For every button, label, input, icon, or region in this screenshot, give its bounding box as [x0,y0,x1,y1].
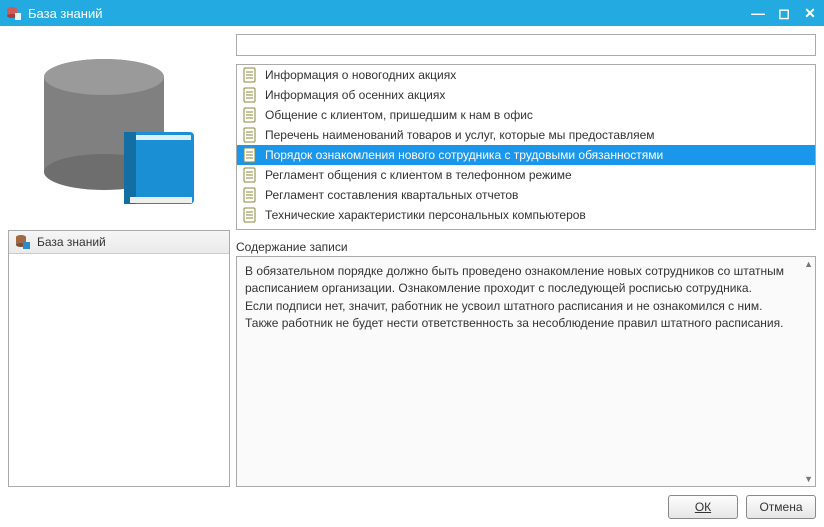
detail-section-label: Содержание записи [236,240,816,254]
article-title: Перечень наименований товаров и услуг, к… [265,128,655,142]
cancel-label: Отмена [759,500,802,514]
app-icon [6,5,22,21]
maximize-button[interactable]: ◻ [776,5,792,22]
article-title: Порядок ознакомления нового сотрудника с… [265,148,663,162]
tree-root-label: База знаний [37,235,106,249]
document-icon [243,147,257,163]
article-list-item[interactable]: Информация о новогодних акциях [237,65,815,85]
detail-body[interactable]: В обязательном порядке должно быть прове… [236,256,816,487]
dialog-buttons: ОК Отмена [8,487,816,519]
article-title: Общение с клиентом, пришедшим к нам в оф… [265,108,533,122]
article-list-item[interactable]: Общение с клиентом, пришедшим к нам в оф… [237,105,815,125]
article-title: Информация о новогодних акциях [265,68,456,82]
close-button[interactable]: ✕ [802,5,818,22]
ok-button[interactable]: ОК [668,495,738,519]
window-controls: — ◻ ✕ [750,5,818,22]
category-tree[interactable]: База знаний [8,230,230,487]
window-title: База знаний [28,6,750,21]
kb-illustration [8,34,230,230]
document-icon [243,107,257,123]
right-column: Информация о новогодних акциях Информаци… [236,34,816,487]
article-list[interactable]: Информация о новогодних акциях Информаци… [236,64,816,230]
cancel-button[interactable]: Отмена [746,495,816,519]
article-list-item[interactable]: Информация об осенних акциях [237,85,815,105]
article-list-item[interactable]: Перечень наименований товаров и услуг, к… [237,125,815,145]
search-input[interactable] [236,34,816,56]
document-icon [243,67,257,83]
left-column: База знаний [8,34,230,487]
article-title: Регламент составления квартальных отчето… [265,188,518,202]
document-icon [243,187,257,203]
document-icon [243,207,257,223]
titlebar: База знаний — ◻ ✕ [0,0,824,26]
minimize-button[interactable]: — [750,5,766,22]
ok-label: ОК [695,500,711,514]
article-title: Информация об осенних акциях [265,88,445,102]
article-title: Регламент общения с клиентом в телефонно… [265,168,572,182]
kb-icon [15,234,31,250]
article-list-item[interactable]: Регламент общения с клиентом в телефонно… [237,165,815,185]
content-area: База знаний Информация о новогодних акци… [0,26,824,527]
article-list-item[interactable]: Порядок ознакомления нового сотрудника с… [237,145,815,165]
document-icon [243,127,257,143]
article-list-item[interactable]: Регламент составления квартальных отчето… [237,185,815,205]
document-icon [243,167,257,183]
scroll-down-icon[interactable]: ▼ [804,474,813,484]
document-icon [243,87,257,103]
article-list-item[interactable]: Технические характеристики персональных … [237,205,815,225]
scroll-up-icon[interactable]: ▲ [804,259,813,269]
tree-root-item[interactable]: База знаний [9,231,229,254]
article-title: Технические характеристики персональных … [265,208,586,222]
